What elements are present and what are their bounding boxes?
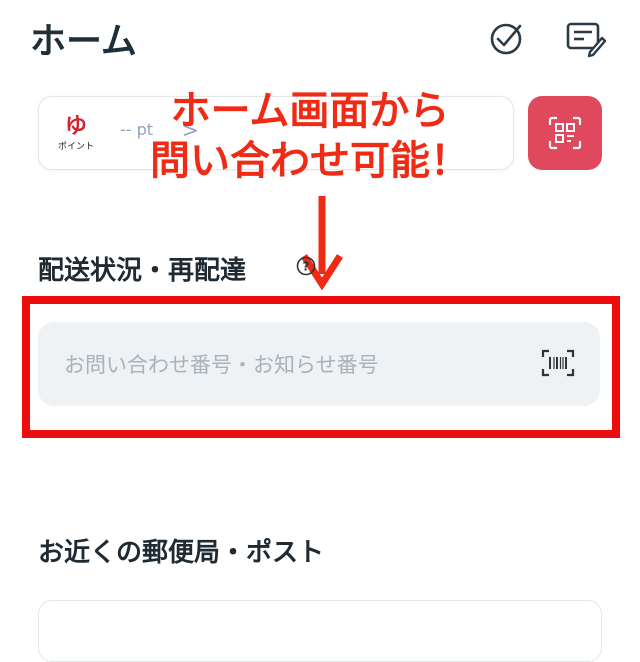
qr-code-icon [548,116,582,150]
highlight-box [22,296,620,438]
yu-point-logo: ゆ ポイント [46,108,106,158]
check-circle-icon[interactable] [486,18,526,58]
edit-card-icon[interactable] [566,18,607,58]
tracking-section-label: 配送状況・再配達 [38,256,247,286]
annotation-callout: ホーム画面から 問い合わせ可能！ [120,86,500,186]
svg-text:?: ? [303,260,310,274]
question-circle-icon[interactable]: ? [296,256,316,276]
callout-line-2: 問い合わせ可能！ [150,138,470,184]
edit-card-icon-svg [566,22,607,58]
callout-line-1: ホーム画面から [170,88,450,134]
check-circle-icon-svg [490,23,522,55]
nearby-section-label: お近くの郵便局・ポスト [38,538,325,568]
logo-mark: ゆ [64,112,87,139]
qr-code-button[interactable] [528,96,602,170]
page-title: ホーム [30,21,137,62]
nearby-card[interactable] [38,600,602,662]
logo-text: ポイント [57,141,94,152]
